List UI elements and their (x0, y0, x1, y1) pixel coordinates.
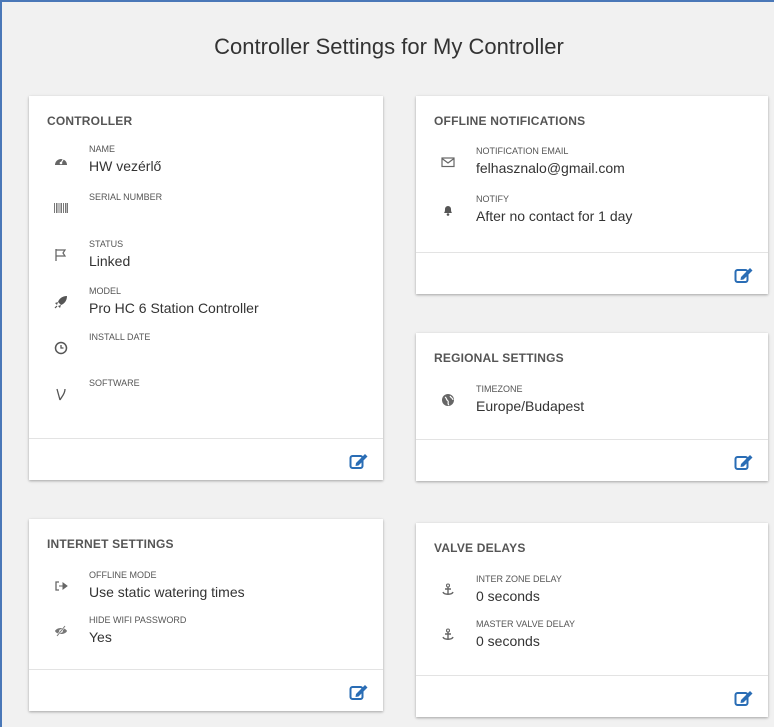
regional-settings-card: REGIONAL SETTINGS TIMEZONE Europe/Budape… (416, 333, 768, 481)
model-value: Pro HC 6 Station Controller (89, 300, 259, 316)
edit-icon (734, 268, 753, 283)
valve-delays-edit-button[interactable] (734, 689, 754, 707)
flag-icon (53, 247, 69, 263)
rocket-icon (53, 294, 69, 310)
status-label: STATUS (89, 239, 124, 249)
edit-icon (349, 685, 368, 700)
master-valve-delay-label: MASTER VALVE DELAY (476, 619, 576, 629)
inter-zone-delay-field: INTER ZONE DELAY 0 seconds (434, 574, 758, 614)
install-date-label: INSTALL DATE (89, 332, 151, 342)
internet-settings-card-title: INTERNET SETTINGS (47, 537, 174, 551)
hide-wifi-password-field: HIDE WIFI PASSWORD Yes (47, 615, 373, 655)
timezone-value: Europe/Budapest (476, 398, 585, 414)
notify-label: NOTIFY (476, 194, 509, 204)
controller-card-title: CONTROLLER (47, 114, 133, 128)
offline-notifications-card: OFFLINE NOTIFICATIONS NOTIFICATION EMAIL… (416, 96, 768, 294)
master-valve-delay-field: MASTER VALVE DELAY 0 seconds (434, 619, 758, 659)
valve-delays-card: VALVE DELAYS INTER ZONE DELAY 0 seconds … (416, 523, 768, 717)
model-label: MODEL (89, 286, 122, 296)
regional-settings-card-title: REGIONAL SETTINGS (434, 351, 564, 365)
name-field: NAME HW vezérlő (47, 144, 373, 184)
clock-icon (53, 340, 69, 356)
offline-mode-value: Use static watering times (89, 584, 245, 600)
regional-settings-card-footer (416, 439, 768, 481)
internet-settings-card-footer (29, 669, 383, 711)
timezone-field: TIMEZONE Europe/Budapest (434, 384, 758, 424)
offline-mode-label: OFFLINE MODE (89, 570, 157, 580)
regional-settings-edit-button[interactable] (734, 453, 754, 471)
timezone-label: TIMEZONE (476, 384, 523, 394)
controller-card-footer (29, 438, 383, 480)
serial-number-label: SERIAL NUMBER (89, 192, 163, 202)
hide-wifi-password-label: HIDE WIFI PASSWORD (89, 615, 187, 625)
notify-field: NOTIFY After no contact for 1 day (434, 194, 758, 234)
edit-icon (349, 454, 368, 469)
offline-notifications-edit-button[interactable] (734, 266, 754, 284)
status-value: Linked (89, 253, 131, 269)
software-field: SOFTWARE (47, 378, 373, 418)
software-label: SOFTWARE (89, 378, 140, 388)
envelope-icon (440, 154, 456, 170)
status-field: STATUS Linked (47, 239, 373, 279)
inter-zone-delay-label: INTER ZONE DELAY (476, 574, 562, 584)
serial-number-field: SERIAL NUMBER (47, 192, 373, 232)
internet-settings-edit-button[interactable] (349, 683, 369, 701)
valve-delays-card-title: VALVE DELAYS (434, 541, 526, 555)
internet-settings-card: INTERNET SETTINGS OFFLINE MODE Use stati… (29, 519, 383, 711)
controller-card: CONTROLLER NAME HW vezérlő SERIAL NUMBER… (29, 96, 383, 480)
notification-email-field: NOTIFICATION EMAIL felhasznalo@gmail.com (434, 146, 758, 186)
install-date-field: INSTALL DATE (47, 332, 373, 372)
name-label: NAME (89, 144, 116, 154)
inter-zone-delay-value: 0 seconds (476, 588, 540, 604)
notification-email-label: NOTIFICATION EMAIL (476, 146, 569, 156)
controller-edit-button[interactable] (349, 452, 369, 470)
model-field: MODEL Pro HC 6 Station Controller (47, 286, 373, 326)
dashboard-icon (53, 152, 69, 168)
globe-icon (440, 392, 456, 408)
software-icon (53, 386, 69, 402)
page-title: Controller Settings for My Controller (214, 34, 564, 59)
barcode-icon (53, 200, 69, 216)
hide-wifi-password-value: Yes (89, 629, 112, 645)
bell-icon (440, 202, 456, 218)
notify-value: After no contact for 1 day (476, 208, 633, 224)
notification-email-value: felhasznalo@gmail.com (476, 160, 625, 176)
master-valve-delay-value: 0 seconds (476, 633, 540, 649)
valve-delays-card-footer (416, 675, 768, 717)
edit-icon (734, 691, 753, 706)
sign-out-icon (53, 578, 69, 594)
anchor-icon (440, 627, 456, 643)
name-value: HW vezérlő (89, 158, 162, 174)
eye-slash-icon (53, 623, 69, 639)
anchor-icon (440, 582, 456, 598)
offline-notifications-card-footer (416, 252, 768, 294)
offline-mode-field: OFFLINE MODE Use static watering times (47, 570, 373, 610)
edit-icon (734, 455, 753, 470)
offline-notifications-card-title: OFFLINE NOTIFICATIONS (434, 114, 586, 128)
